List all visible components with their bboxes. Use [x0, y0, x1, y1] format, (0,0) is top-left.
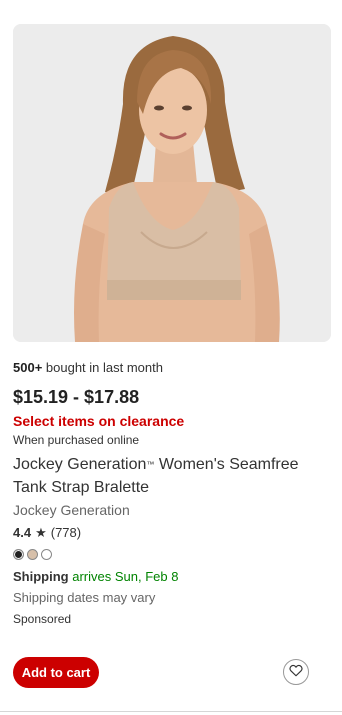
favorite-button[interactable] — [283, 659, 309, 685]
product-card: 500+ bought in last month $15.19 - $17.8… — [0, 0, 342, 715]
color-swatches — [13, 548, 329, 560]
title-part1: Jockey Generation — [13, 456, 147, 473]
add-to-cart-button[interactable]: Add to cart — [13, 657, 99, 688]
shipping-info: Shipping arrives Sun, Feb 8 — [13, 568, 329, 586]
sponsored-label: Sponsored — [13, 612, 72, 626]
rating-value: 4.4 — [13, 525, 32, 540]
review-count: (778) — [50, 525, 82, 540]
bought-count: 500+ — [13, 360, 43, 375]
product-title[interactable]: Jockey Generation™ Women's Seamfree Tank… — [13, 453, 329, 499]
swatch-white[interactable] — [41, 548, 52, 560]
divider — [0, 711, 342, 712]
product-image[interactable] — [13, 24, 331, 342]
rating-row[interactable]: 4.4 ★ (778) — [13, 524, 329, 542]
shipping-label: Shipping — [13, 569, 69, 584]
price: $15.19 - $17.88 — [13, 387, 140, 407]
brand-name[interactable]: Jockey Generation — [13, 501, 329, 519]
swatch-nude[interactable] — [27, 548, 38, 560]
clearance-notice: Select items on clearance — [13, 413, 185, 429]
star-icon: ★ — [35, 525, 47, 540]
swatch-black[interactable] — [13, 548, 24, 560]
shipping-arrival: arrives Sun, Feb 8 — [68, 569, 179, 584]
product-photo — [13, 24, 331, 342]
purchase-count: 500+ bought in last month — [13, 359, 329, 377]
purchase-note: When purchased online — [13, 433, 140, 447]
shipping-note: Shipping dates may vary — [13, 590, 156, 605]
heart-icon — [289, 664, 303, 680]
bought-suffix: bought in last month — [42, 360, 163, 375]
